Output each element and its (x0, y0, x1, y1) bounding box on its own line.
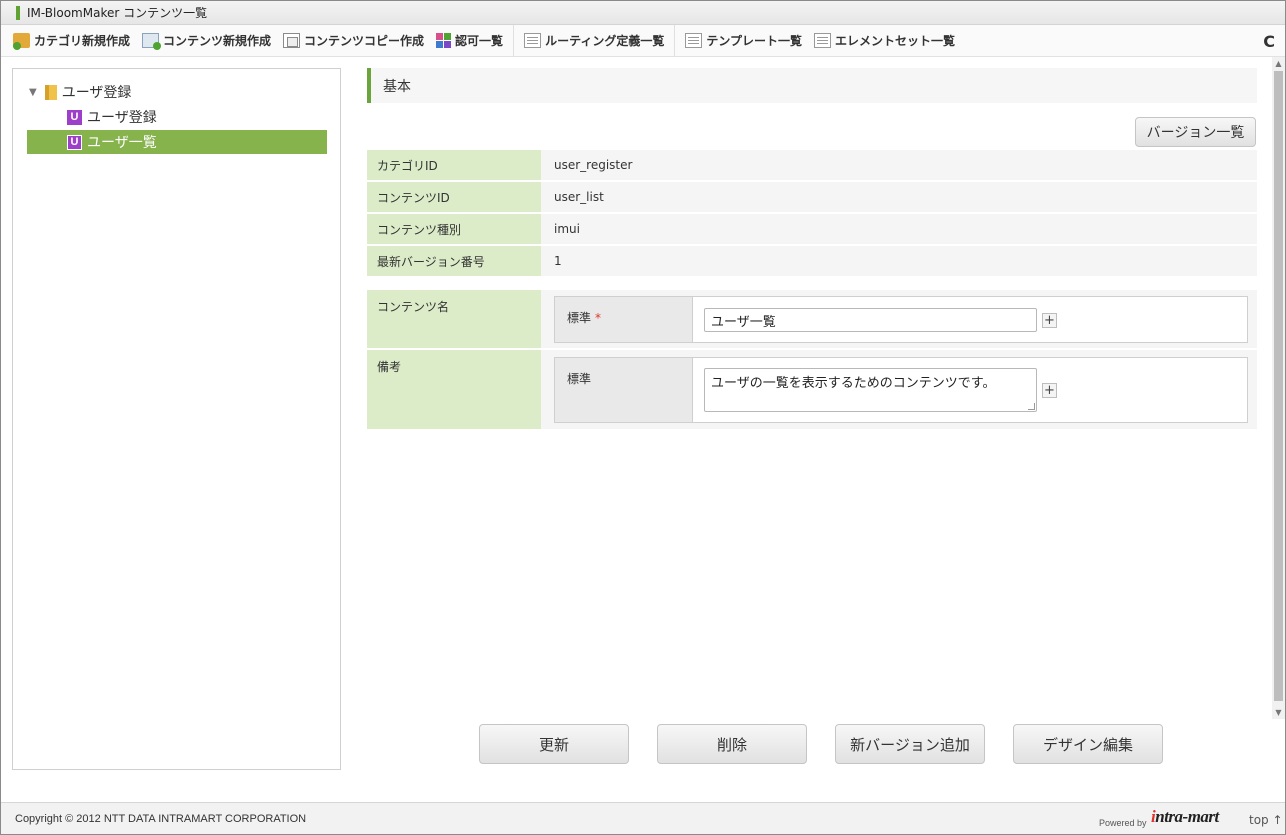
locale-label: 標準 (555, 358, 693, 422)
info-label: 最新バージョン番号 (367, 246, 541, 276)
routing-list-label: ルーティング定義一覧 (545, 34, 665, 48)
page-footer: Copyright © 2012 NTT DATA INTRAMART CORP… (1, 802, 1285, 834)
remarks-textarea[interactable]: ユーザの一覧を表示するためのコンテンツです。 (704, 368, 1037, 412)
tree-expand-icon[interactable]: ▼ (29, 87, 37, 98)
template-list-label: テンプレート一覧 (706, 34, 802, 48)
version-list-button[interactable]: バージョン一覧 (1135, 117, 1256, 147)
add-version-button[interactable]: 新バージョン追加 (835, 724, 985, 764)
category-new-button[interactable]: カテゴリ新規作成 (1, 25, 136, 57)
info-value: imui (554, 222, 580, 236)
elementset-list-button[interactable]: エレメントセット一覧 (808, 25, 961, 57)
info-label: コンテンツID (367, 182, 541, 212)
add-locale-button[interactable]: + (1042, 313, 1057, 328)
content-copy-label: コンテンツコピー作成 (304, 34, 425, 48)
permission-icon (436, 33, 452, 48)
info-value: 1 (554, 254, 562, 268)
elementset-list-label: エレメントセット一覧 (835, 34, 956, 48)
reload-icon[interactable]: C (1263, 32, 1275, 51)
section-title: 基本 (383, 78, 411, 95)
content-new-label: コンテンツ新規作成 (163, 34, 272, 48)
update-button[interactable]: 更新 (479, 724, 629, 764)
window-titlebar: IM-BloomMaker コンテンツ一覧 (1, 1, 1285, 25)
tree-node-user-register[interactable]: U ユーザ登録 (67, 105, 157, 129)
category-new-label: カテゴリ新規作成 (34, 34, 131, 48)
locale-label: 標準 * (555, 297, 693, 342)
routing-list-icon (524, 33, 542, 48)
add-locale-button[interactable]: + (1042, 383, 1057, 398)
form-row-content-name: コンテンツ名 標準* + (367, 290, 1257, 348)
toolbar: カテゴリ新規作成 コンテンツ新規作成 コンテンツコピー作成 認可一覧 ルーティン… (1, 24, 1285, 57)
scroll-thumb[interactable] (1274, 71, 1283, 701)
tree-node-folder[interactable]: ▼ ユーザ登録 (29, 80, 131, 104)
resize-grip-icon[interactable] (1028, 403, 1035, 410)
template-list-icon (685, 33, 703, 48)
info-value: user_register (554, 158, 633, 172)
info-row-category-id: カテゴリID user_register (367, 150, 1257, 180)
copyright-text: Copyright © 2012 NTT DATA INTRAMART CORP… (15, 813, 307, 825)
content-copy-icon (283, 33, 301, 48)
window-title: IM-BloomMaker コンテンツ一覧 (27, 6, 208, 20)
category-tree: ▼ ユーザ登録 U ユーザ登録 U ユーザ一覧 (12, 68, 341, 770)
intra-mart-logo: intra-mart (1151, 807, 1219, 826)
vertical-scrollbar[interactable]: ▲ ▼ (1272, 57, 1285, 719)
content-u-icon: U (67, 109, 82, 125)
info-row-content-type: コンテンツ種別 imui (367, 214, 1257, 244)
template-list-button[interactable]: テンプレート一覧 (679, 25, 808, 57)
content-copy-button[interactable]: コンテンツコピー作成 (277, 25, 430, 57)
toolbar-divider (513, 24, 515, 57)
folder-icon (44, 84, 57, 100)
permission-list-button[interactable]: 認可一覧 (430, 25, 509, 57)
remarks-locale-box: 標準 ユーザの一覧を表示するためのコンテンツです。 + (554, 357, 1248, 423)
section-header: 基本 (367, 68, 1257, 103)
content-name-locale-box: 標準* + (554, 296, 1248, 343)
elementset-list-icon (814, 33, 831, 48)
required-mark: * (595, 311, 602, 325)
info-row-latest-version: 最新バージョン番号 1 (367, 246, 1257, 276)
content-u-icon: U (67, 134, 82, 150)
routing-list-button[interactable]: ルーティング定義一覧 (518, 25, 670, 57)
content-name-input[interactable] (704, 308, 1037, 332)
powered-by-text: Powered by (1099, 818, 1147, 828)
permission-list-label: 認可一覧 (455, 34, 504, 48)
remarks-label: 備考 (367, 350, 541, 429)
scroll-up-icon[interactable]: ▲ (1272, 57, 1285, 70)
app-mark-icon (16, 5, 20, 20)
content-name-label: コンテンツ名 (367, 290, 541, 348)
delete-button[interactable]: 削除 (657, 724, 807, 764)
category-new-icon (13, 33, 30, 50)
edit-design-button[interactable]: デザイン編集 (1013, 724, 1163, 764)
form-row-remarks: 備考 標準 ユーザの一覧を表示するためのコンテンツです。 + (367, 350, 1257, 429)
info-row-content-id: コンテンツID user_list (367, 182, 1257, 212)
info-value: user_list (554, 190, 604, 204)
tree-item-label: ユーザ一覧 (87, 135, 157, 151)
toolbar-divider (674, 24, 676, 57)
scroll-down-icon[interactable]: ▼ (1272, 706, 1285, 719)
back-to-top-link[interactable]: top ↑ (1249, 813, 1283, 827)
info-label: カテゴリID (367, 150, 541, 180)
content-new-button[interactable]: コンテンツ新規作成 (136, 25, 277, 57)
tree-item-label: ユーザ登録 (87, 110, 157, 126)
info-label: コンテンツ種別 (367, 214, 541, 244)
tree-node-user-list[interactable]: U ユーザ一覧 (27, 130, 327, 154)
content-new-icon (142, 33, 162, 50)
tree-folder-label: ユーザ登録 (61, 85, 132, 101)
